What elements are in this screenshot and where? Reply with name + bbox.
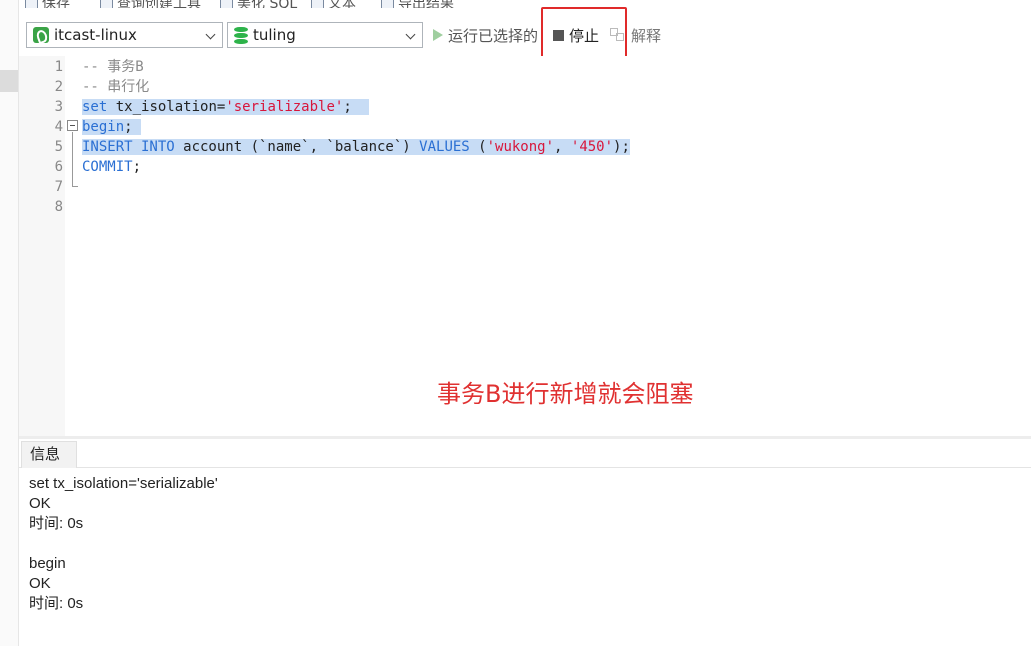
connection-label: itcast-linux bbox=[54, 26, 137, 44]
tab-info[interactable]: 信息 bbox=[21, 441, 77, 468]
code-line-2: -- 串行化 bbox=[82, 79, 150, 95]
save-button[interactable]: 保存 bbox=[25, 0, 70, 8]
connection-icon bbox=[33, 27, 49, 43]
export-label: 导出结果 bbox=[398, 0, 454, 8]
top-toolbar: 保存 查询创建工具 美化 SQL 文本 导出结果 bbox=[19, 0, 1031, 8]
code-token: ; bbox=[132, 159, 142, 175]
database-select[interactable]: tuling bbox=[227, 22, 423, 48]
code-token: VALUES bbox=[419, 139, 470, 155]
code-token: COMMIT bbox=[82, 159, 133, 175]
code-token: '450' bbox=[570, 139, 614, 155]
code-token: INSERT INTO bbox=[82, 139, 175, 155]
code-line-1: -- 事务B bbox=[82, 59, 144, 75]
export-result-button[interactable]: 导出结果 bbox=[381, 0, 454, 8]
export-icon bbox=[381, 0, 394, 8]
database-icon bbox=[234, 26, 248, 44]
message-line: OK bbox=[29, 495, 51, 512]
query-toolbar: itcast-linux tuling 运行已选择的 停止 解释 bbox=[19, 20, 1031, 52]
line-number: 4 bbox=[54, 119, 63, 135]
left-panel-strip bbox=[0, 0, 19, 646]
code-token: ( bbox=[469, 139, 487, 155]
line-number: 3 bbox=[54, 99, 63, 115]
fold-collapse-icon[interactable] bbox=[67, 120, 78, 131]
chevron-down-icon bbox=[205, 29, 216, 40]
message-line bbox=[29, 534, 218, 554]
message-output: set tx_isolation='serializable' OK 时间: 0… bbox=[29, 474, 218, 614]
line-number: 6 bbox=[54, 159, 63, 175]
beautify-sql-button[interactable]: 美化 SQL bbox=[220, 0, 297, 8]
line-number: 7 bbox=[54, 179, 63, 195]
code-line-4: begin; bbox=[82, 117, 142, 137]
message-line: 时间: 0s bbox=[29, 515, 84, 532]
text-button[interactable]: 文本 bbox=[311, 0, 356, 8]
query-builder-button[interactable]: 查询创建工具 bbox=[100, 0, 201, 8]
database-label: tuling bbox=[253, 26, 296, 44]
save-icon bbox=[25, 0, 38, 8]
fold-guide-end bbox=[72, 186, 78, 187]
connection-select[interactable]: itcast-linux bbox=[26, 22, 223, 48]
beautify-icon bbox=[220, 0, 233, 8]
code-token: 'serializable' bbox=[225, 99, 344, 115]
run-selected-label: 运行已选择的 bbox=[448, 26, 539, 45]
line-number: 2 bbox=[54, 79, 63, 95]
play-icon bbox=[433, 29, 443, 41]
left-panel-marker bbox=[0, 70, 18, 92]
run-selected-button[interactable]: 运行已选择的 bbox=[433, 24, 538, 46]
message-line: begin bbox=[29, 555, 66, 572]
fold-guide bbox=[72, 132, 73, 186]
beautify-label: 美化 SQL bbox=[237, 0, 298, 8]
query-builder-icon bbox=[100, 0, 113, 8]
query-builder-label: 查询创建工具 bbox=[117, 0, 201, 8]
text-label: 文本 bbox=[328, 0, 356, 8]
line-number: 1 bbox=[54, 59, 63, 75]
code-token: begin bbox=[82, 119, 125, 135]
result-tab-bar: 信息 bbox=[19, 439, 1031, 468]
code-token: ; bbox=[343, 99, 352, 115]
code-token: ); bbox=[613, 139, 630, 155]
code-token: ; bbox=[124, 119, 133, 135]
chevron-down-icon bbox=[405, 29, 416, 40]
line-number: 8 bbox=[54, 199, 63, 215]
code-line-3: set tx_isolation='serializable'; bbox=[82, 97, 369, 117]
message-line: set tx_isolation='serializable' bbox=[29, 475, 218, 492]
message-line: OK bbox=[29, 575, 51, 592]
code-token: , bbox=[554, 139, 571, 155]
message-line: 时间: 0s bbox=[29, 595, 84, 612]
blocking-annotation: 事务B进行新增就会阻塞 bbox=[437, 380, 694, 408]
code-line-5: INSERT INTO account (`name`, `balance`) … bbox=[82, 137, 630, 157]
line-number: 5 bbox=[54, 139, 63, 155]
save-label: 保存 bbox=[42, 0, 70, 8]
text-icon bbox=[311, 0, 324, 8]
line-gutter: 1 2 3 4 5 6 7 8 bbox=[19, 56, 78, 436]
explain-label: 解释 bbox=[631, 26, 662, 45]
code-token: 'wukong' bbox=[486, 139, 555, 155]
code-token: set bbox=[82, 99, 108, 115]
code-line-6: COMMIT; bbox=[82, 157, 141, 177]
code-token: tx_isolation= bbox=[107, 99, 226, 115]
code-token: account (`name`, `balance`) bbox=[174, 139, 420, 155]
